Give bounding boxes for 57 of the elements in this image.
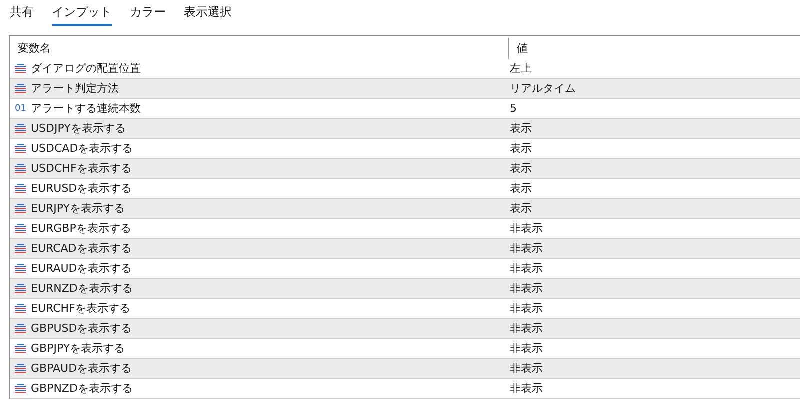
list-icon bbox=[15, 264, 26, 273]
number-type-icon: 01 bbox=[15, 104, 26, 114]
list-icon bbox=[15, 64, 26, 73]
variable-name: EURNZDを表示する bbox=[31, 281, 133, 296]
variable-name: USDJPYを表示する bbox=[31, 121, 126, 136]
tab[interactable]: カラー bbox=[130, 0, 166, 26]
list-icon bbox=[15, 244, 26, 253]
tab[interactable]: 共有 bbox=[10, 0, 34, 26]
list-icon bbox=[15, 364, 26, 373]
value-cell[interactable]: 非表示 bbox=[510, 382, 543, 395]
variable-name: EURCADを表示する bbox=[31, 241, 132, 256]
variable-name: EURAUDを表示する bbox=[31, 261, 132, 276]
value-cell[interactable]: 非表示 bbox=[510, 302, 543, 315]
list-icon bbox=[15, 164, 26, 173]
tab[interactable]: インプット bbox=[52, 0, 112, 26]
value-cell[interactable]: 非表示 bbox=[510, 342, 543, 355]
variable-name: EURGBPを表示する bbox=[31, 221, 132, 236]
variable-name: EURUSDを表示する bbox=[31, 181, 132, 196]
value-cell[interactable]: 非表示 bbox=[510, 222, 543, 235]
value-cell[interactable]: 表示 bbox=[510, 182, 532, 195]
variable-name: アラート判定方法 bbox=[31, 81, 119, 96]
list-icon bbox=[15, 124, 26, 133]
value-cell[interactable]: リアルタイム bbox=[510, 82, 576, 95]
list-icon bbox=[15, 284, 26, 293]
value-cell[interactable]: 非表示 bbox=[510, 282, 543, 295]
value-cell[interactable]: 非表示 bbox=[510, 322, 543, 335]
variable-name: EURCHFを表示する bbox=[31, 301, 130, 316]
list-icon bbox=[15, 184, 26, 193]
list-icon bbox=[15, 344, 26, 353]
value-cell[interactable]: 左上 bbox=[510, 62, 532, 75]
list-icon bbox=[15, 204, 26, 213]
variable-name: EURJPYを表示する bbox=[31, 201, 125, 216]
variable-name: GBPUSDを表示する bbox=[31, 321, 132, 336]
variable-name: ダイアログの配置位置 bbox=[31, 61, 141, 76]
column-header[interactable]: 変数名 bbox=[10, 36, 508, 59]
variable-name: USDCADを表示する bbox=[31, 141, 134, 156]
variable-name: USDCHFを表示する bbox=[31, 161, 132, 176]
tab[interactable]: 表示選択 bbox=[184, 0, 232, 26]
value-cell[interactable]: 非表示 bbox=[510, 242, 543, 255]
variable-name: GBPAUDを表示する bbox=[31, 361, 132, 376]
list-icon bbox=[15, 144, 26, 153]
list-icon bbox=[15, 384, 26, 393]
column-header[interactable]: 値 bbox=[508, 38, 800, 59]
list-icon bbox=[15, 84, 26, 93]
list-icon bbox=[15, 224, 26, 233]
value-cell[interactable]: 非表示 bbox=[510, 362, 543, 375]
value-cell[interactable]: 非表示 bbox=[510, 262, 543, 275]
value-cell[interactable]: 表示 bbox=[510, 142, 532, 155]
variable-name: GBPNZDを表示する bbox=[31, 381, 133, 396]
value-cell[interactable]: 表示 bbox=[510, 162, 532, 175]
list-icon bbox=[15, 304, 26, 313]
value-cell[interactable]: 表示 bbox=[510, 122, 532, 135]
value-cell[interactable]: 5 bbox=[510, 102, 517, 115]
list-icon bbox=[15, 324, 26, 333]
value-cell[interactable]: 表示 bbox=[510, 202, 532, 215]
variable-name: GBPJPYを表示する bbox=[31, 341, 126, 356]
variable-name: アラートする連続本数 bbox=[31, 101, 141, 116]
